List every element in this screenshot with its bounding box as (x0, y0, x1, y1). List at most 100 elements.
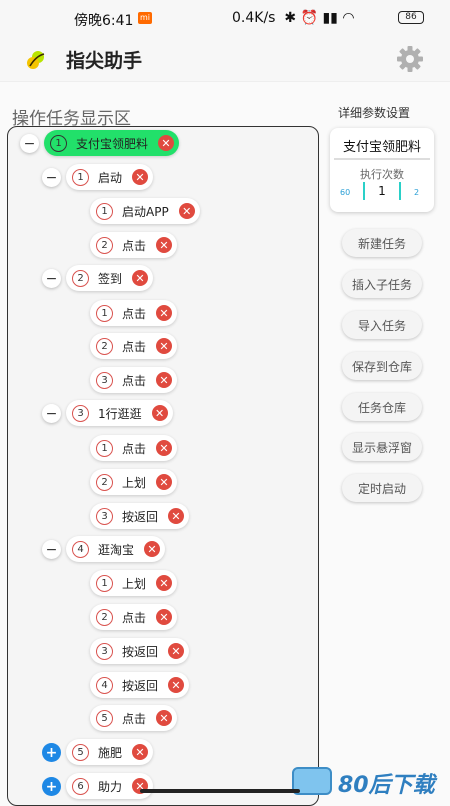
task-node[interactable]: 3 1行逛逛 ✕ (66, 400, 173, 426)
task-label: 点击 (122, 339, 147, 354)
task-node[interactable]: 1 启动APP ✕ (90, 198, 200, 224)
task-pill[interactable]: 5 施肥 ✕ (66, 739, 154, 765)
save-to-repo-button[interactable]: 保存到仓库 (342, 352, 422, 380)
delete-icon[interactable]: ✕ (156, 338, 173, 354)
task-node[interactable]: 1 点击 ✕ (90, 435, 178, 461)
expand-toggle-icon[interactable]: + (42, 777, 61, 796)
task-node[interactable]: 5 施肥 ✕ (66, 739, 154, 765)
task-node[interactable]: 3 按返回 ✕ (90, 638, 190, 664)
task-node[interactable]: 3 点击 ✕ (90, 367, 178, 393)
task-node[interactable]: 1 上划 ✕ (90, 570, 178, 596)
show-floating-window-button[interactable]: 显示悬浮窗 (342, 433, 422, 461)
task-label: 按返回 (122, 509, 159, 524)
params-title: 详细参数设置 (338, 106, 411, 120)
delete-icon[interactable]: ✕ (151, 405, 168, 421)
delete-icon[interactable]: ✕ (156, 372, 173, 388)
collapse-toggle-icon[interactable]: − (42, 404, 61, 423)
task-node[interactable]: 3 按返回 ✕ (90, 503, 190, 529)
task-index: 1 (96, 202, 113, 220)
task-node[interactable]: 5 点击 ✕ (90, 705, 178, 731)
task-label: 点击 (122, 610, 147, 625)
delete-icon[interactable]: ✕ (158, 135, 175, 151)
delete-icon[interactable]: ✕ (156, 710, 173, 726)
param-card: 支付宝领肥料 执行次数 60 1 2 (330, 128, 434, 212)
wifi-icon: ◠ (342, 10, 355, 26)
task-node-root[interactable]: 1 支付宝领肥料 ✕ (44, 130, 180, 156)
task-node[interactable]: 2 点击 ✕ (90, 232, 178, 258)
param-task-name: 支付宝领肥料 (342, 140, 421, 155)
delete-icon[interactable]: ✕ (168, 643, 185, 659)
collapse-toggle-icon[interactable]: − (42, 168, 61, 187)
delete-icon[interactable]: ✕ (132, 270, 149, 286)
delete-icon[interactable]: ✕ (156, 474, 173, 490)
task-pill[interactable]: 3 点击 ✕ (90, 367, 178, 393)
task-pill[interactable]: 4 逛淘宝 ✕ (66, 536, 166, 562)
task-pill[interactable]: 4 按返回 ✕ (90, 672, 190, 698)
task-node[interactable]: 1 点击 ✕ (90, 300, 178, 326)
task-index: 1 (72, 168, 89, 186)
task-pill[interactable]: 1 启动APP ✕ (90, 198, 200, 224)
delete-icon[interactable]: ✕ (156, 575, 173, 591)
task-index: 4 (72, 540, 89, 558)
task-node[interactable]: 4 按返回 ✕ (90, 672, 190, 698)
status-bar: 傍晚6:41 mi 0.4K/s ✱ ⏰ ▮▮ ◠ 86 (0, 0, 450, 36)
task-label: 点击 (122, 306, 147, 321)
expand-toggle-icon[interactable]: + (42, 743, 61, 762)
task-pill[interactable]: 2 点击 ✕ (90, 232, 178, 258)
delete-icon[interactable]: ✕ (168, 677, 185, 693)
task-index: 5 (96, 709, 113, 727)
task-index: 2 (96, 608, 113, 626)
task-pill[interactable]: 2 签到 ✕ (66, 265, 154, 291)
task-pill[interactable]: 3 按返回 ✕ (90, 503, 190, 529)
task-node[interactable]: 2 点击 ✕ (90, 604, 178, 630)
task-node[interactable]: 6 助力 ✕ (66, 773, 154, 799)
watermark-text: 80后下载 (338, 773, 435, 798)
app-title: 指尖助手 (66, 50, 143, 72)
task-index: 5 (72, 743, 89, 761)
settings-gear-icon[interactable] (394, 43, 426, 75)
task-tree-panel: − 1 支付宝领肥料 ✕ − 1 启动 ✕ 1 启动APP ✕ 2 点击 ✕ − (7, 126, 319, 806)
task-pill[interactable]: 5 点击 ✕ (90, 705, 178, 731)
task-pill[interactable]: 1 点击 ✕ (90, 300, 178, 326)
collapse-toggle-icon[interactable]: − (42, 540, 61, 559)
task-pill[interactable]: 3 1行逛逛 ✕ (66, 400, 173, 426)
task-index: 3 (96, 642, 113, 660)
task-pill[interactable]: 2 上划 ✕ (90, 469, 178, 495)
task-node[interactable]: 2 上划 ✕ (90, 469, 178, 495)
task-pill[interactable]: 2 点击 ✕ (90, 333, 178, 359)
task-node[interactable]: 2 点击 ✕ (90, 333, 178, 359)
home-indicator[interactable] (140, 789, 300, 793)
scheduled-start-button[interactable]: 定时启动 (342, 474, 422, 502)
task-pill[interactable]: 2 点击 ✕ (90, 604, 178, 630)
task-node[interactable]: 4 逛淘宝 ✕ (66, 536, 166, 562)
delete-icon[interactable]: ✕ (156, 237, 173, 253)
collapse-toggle-icon[interactable]: − (20, 134, 39, 153)
task-pill[interactable]: 3 按返回 ✕ (90, 638, 190, 664)
new-task-button[interactable]: 新建任务 (342, 229, 422, 257)
insert-subtask-button[interactable]: 插入子任务 (342, 270, 422, 298)
collapse-toggle-icon[interactable]: − (42, 269, 61, 288)
task-index: 3 (96, 507, 113, 525)
task-label: 签到 (98, 271, 123, 286)
task-pill[interactable]: 6 助力 ✕ (66, 773, 154, 799)
task-node[interactable]: 1 启动 ✕ (66, 164, 154, 190)
delete-icon[interactable]: ✕ (168, 508, 185, 524)
task-pill[interactable]: 1 上划 ✕ (90, 570, 178, 596)
task-label: 点击 (122, 373, 147, 388)
delete-icon[interactable]: ✕ (156, 609, 173, 625)
import-task-button[interactable]: 导入任务 (342, 311, 422, 339)
task-pill[interactable]: 1 启动 ✕ (66, 164, 154, 190)
status-time: 傍晚6:41 (74, 13, 134, 29)
task-repo-button[interactable]: 任务仓库 (342, 393, 422, 421)
task-node[interactable]: 2 签到 ✕ (66, 265, 154, 291)
delete-icon[interactable]: ✕ (132, 744, 149, 760)
exec-count-label: 执行次数 (360, 168, 404, 181)
delete-icon[interactable]: ✕ (156, 305, 173, 321)
delete-icon[interactable]: ✕ (132, 169, 149, 185)
task-pill[interactable]: 1 点击 ✕ (90, 435, 178, 461)
exec-count-max: 2 (414, 188, 420, 197)
delete-icon[interactable]: ✕ (144, 541, 161, 557)
delete-icon[interactable]: ✕ (156, 440, 173, 456)
delete-icon[interactable]: ✕ (178, 203, 195, 219)
task-pill[interactable]: 1 支付宝领肥料 ✕ (44, 130, 180, 156)
